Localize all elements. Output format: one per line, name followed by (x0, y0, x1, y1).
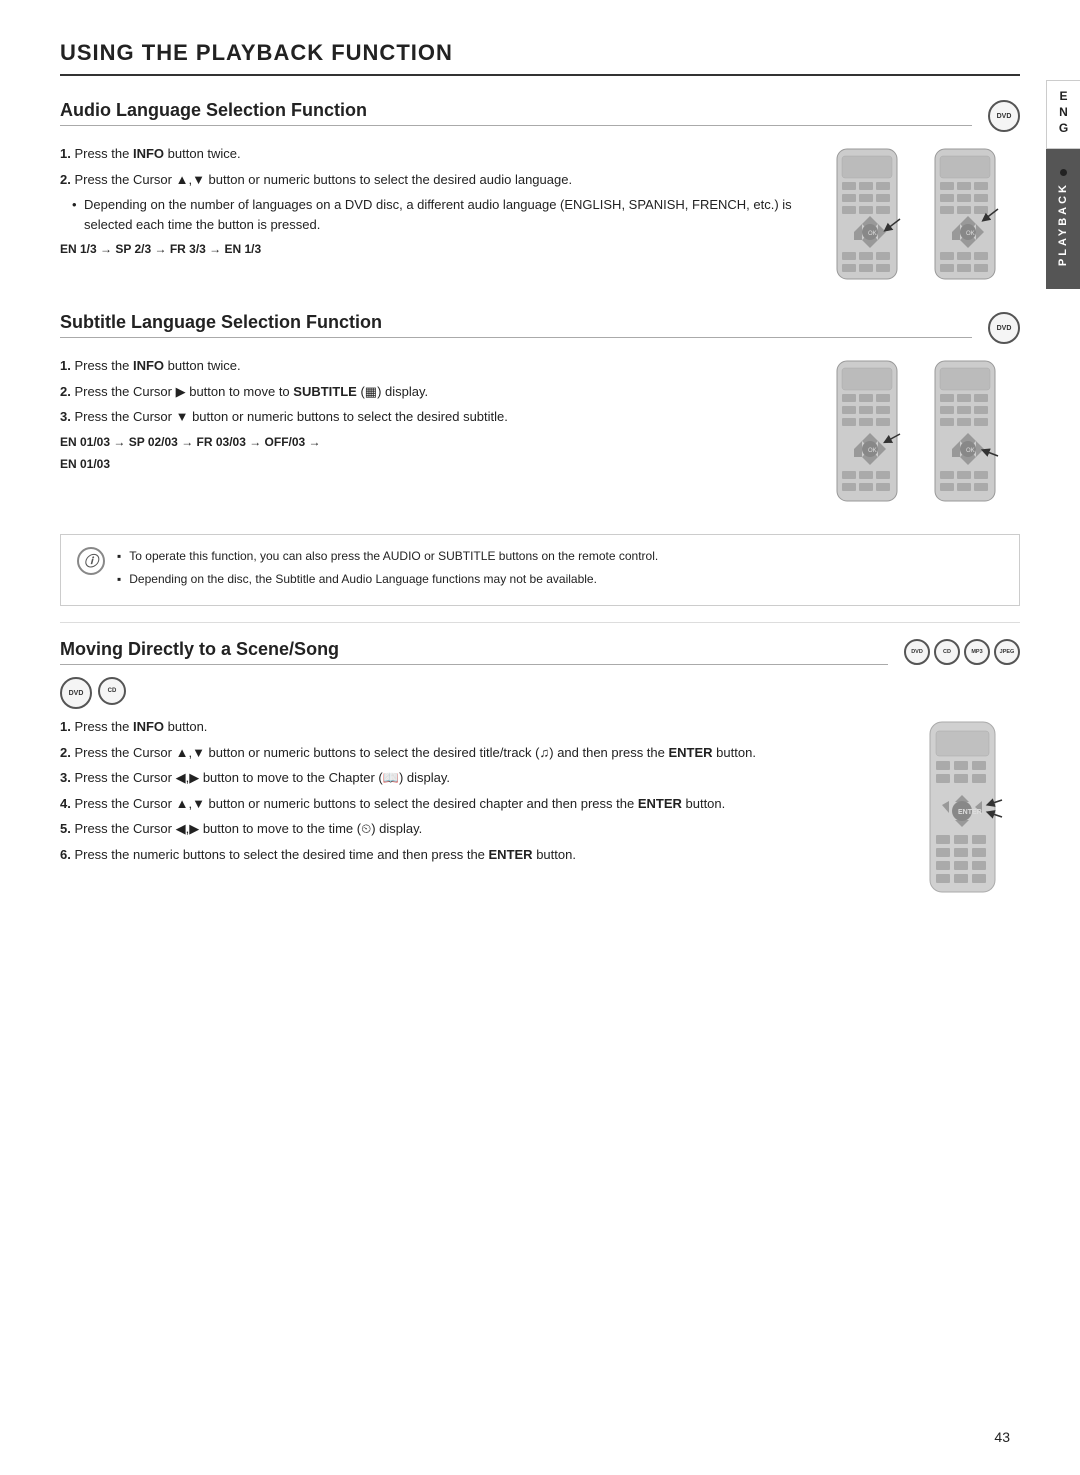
subtitle-instructions: 1. Press the INFO button twice. 2. Press… (60, 356, 812, 427)
moving-remote-svg: ENTER (920, 717, 1020, 897)
note-item-2-text: Depending on the disc, the Subtitle and … (129, 570, 597, 589)
audio-text: 1. Press the INFO button twice. 2. Press… (60, 144, 812, 264)
moving-sub-cd: CD (98, 677, 126, 705)
moving-step-3-num: 3. (60, 770, 71, 785)
eng-label: ENG (1057, 89, 1071, 137)
moving-sub-dvd: DVD (60, 677, 92, 709)
audio-step-2-num: 2. (60, 172, 71, 187)
moving-step-4: 4. Press the Cursor ▲,▼ button or numeri… (60, 794, 900, 814)
moving-step-2-num: 2. (60, 745, 71, 760)
audio-section-header: Audio Language Selection Function DVD (60, 100, 1020, 132)
subtitle-step-1-num: 1. (60, 358, 71, 373)
moving-instructions: 1. Press the INFO button. 2. Press the C… (60, 717, 900, 864)
subtitle-dvd-icon: DVD (988, 312, 1020, 344)
moving-remote-image: ENTER (920, 717, 1020, 897)
moving-section-header: Moving Directly to a Scene/Song DVD CD M… (60, 639, 1020, 665)
audio-dvd-icon: DVD (988, 100, 1020, 132)
moving-content: 1. Press the INFO button. 2. Press the C… (60, 717, 1020, 897)
moving-step-1: 1. Press the INFO button. (60, 717, 900, 737)
svg-text:ENTER: ENTER (958, 809, 982, 816)
note-item-1: To operate this function, you can also p… (117, 547, 1003, 566)
subtitle-dvd-badge: DVD (988, 312, 1020, 344)
enter-bold-3: ENTER (489, 847, 533, 862)
audio-section-title: Audio Language Selection Function (60, 100, 972, 126)
subtitle-section-header: Subtitle Language Selection Function DVD (60, 312, 1020, 344)
moving-step-5: 5. Press the Cursor ◀,▶ button to move t… (60, 819, 900, 839)
subtitle-remote-svg-left: OK (832, 356, 922, 506)
eng-tab: ENG (1046, 80, 1080, 149)
section-divider (60, 622, 1020, 623)
audio-bullet: Depending on the number of languages on … (60, 195, 812, 234)
subtitle-formula-1: EN 01/03 → SP 02/03 → FR 03/03 → OFF/03 … (60, 435, 812, 449)
moving-cd-badge: CD (934, 639, 960, 665)
moving-step-5-num: 5. (60, 821, 71, 836)
svg-text:OK: OK (966, 448, 975, 454)
subtitle-step-2-num: 2. (60, 384, 71, 399)
info-bold-1: INFO (133, 146, 164, 161)
page-title: USING THE PLAYBACK FUNCTION (60, 40, 1020, 76)
page-container: ENG PLAYBACK USING THE PLAYBACK FUNCTION… (0, 0, 1080, 1475)
moving-sub-badges: DVD CD (60, 677, 1020, 709)
subtitle-content: 1. Press the INFO button twice. 2. Press… (60, 356, 1020, 506)
page-number: 43 (994, 1429, 1010, 1445)
moving-badges: DVD CD MP3 JPEG (904, 639, 1020, 665)
moving-step-3: 3. Press the Cursor ◀,▶ button to move t… (60, 768, 900, 788)
moving-step-2: 2. Press the Cursor ▲,▼ button or numeri… (60, 743, 900, 763)
moving-section-title: Moving Directly to a Scene/Song (60, 639, 888, 665)
playback-label: PLAYBACK (1057, 182, 1069, 266)
audio-step-2: 2. Press the Cursor ▲,▼ button or numeri… (60, 170, 812, 190)
audio-instructions: 1. Press the INFO button twice. 2. Press… (60, 144, 812, 189)
note-item-2: Depending on the disc, the Subtitle and … (117, 570, 1003, 589)
subtitle-step-2: 2. Press the Cursor ▶ button to move to … (60, 382, 812, 402)
subtitle-step-1: 1. Press the INFO button twice. (60, 356, 812, 376)
note-icon: ⓘ (77, 547, 105, 575)
dvd-badge: DVD (988, 100, 1020, 132)
audio-section: Audio Language Selection Function DVD 1.… (60, 100, 1020, 284)
moving-section: Moving Directly to a Scene/Song DVD CD M… (60, 639, 1020, 897)
subtitle-step-3-num: 3. (60, 409, 71, 424)
info-bold-2: INFO (133, 358, 164, 373)
playback-tab: PLAYBACK (1046, 149, 1080, 289)
info-bold-3: INFO (133, 719, 164, 734)
svg-text:OK: OK (868, 448, 877, 454)
moving-mp3-badge: MP3 (964, 639, 990, 665)
subtitle-section: Subtitle Language Selection Function DVD… (60, 312, 1020, 506)
subtitle-step-3: 3. Press the Cursor ▼ button or numeric … (60, 407, 812, 427)
moving-step-6: 6. Press the numeric buttons to select t… (60, 845, 900, 865)
audio-step-1: 1. Press the INFO button twice. (60, 144, 812, 164)
note-box: ⓘ To operate this function, you can also… (60, 534, 1020, 606)
subtitle-formula-2: EN 01/03 (60, 457, 812, 471)
audio-step-1-num: 1. (60, 146, 71, 161)
audio-remote-svg-right: OK (930, 144, 1020, 284)
moving-step-4-num: 4. (60, 796, 71, 811)
audio-remote-svg-left: OK (832, 144, 922, 284)
audio-content: 1. Press the INFO button twice. 2. Press… (60, 144, 1020, 284)
svg-text:OK: OK (966, 231, 975, 237)
audio-formula: EN 1/3 → SP 2/3 → FR 3/3 → EN 1/3 (60, 242, 812, 256)
subtitle-section-title: Subtitle Language Selection Function (60, 312, 972, 338)
moving-dvd-badge: DVD (904, 639, 930, 665)
moving-step-1-num: 1. (60, 719, 71, 734)
note-content: To operate this function, you can also p… (117, 547, 1003, 593)
subtitle-remote-svg-right: OK (930, 356, 1020, 506)
enter-bold-1: ENTER (669, 745, 713, 760)
note-item-1-text: To operate this function, you can also p… (129, 547, 658, 566)
audio-remote-image: OK (832, 144, 1020, 284)
enter-bold-2: ENTER (638, 796, 682, 811)
side-tabs: ENG PLAYBACK (1046, 80, 1080, 289)
subtitle-remote-image: OK (832, 356, 1020, 506)
moving-text: 1. Press the INFO button. 2. Press the C… (60, 717, 900, 870)
note-icon-text: ⓘ (84, 551, 98, 571)
playback-dot (1060, 169, 1067, 176)
moving-jpeg-badge: JPEG (994, 639, 1020, 665)
subtitle-bold: SUBTITLE (293, 384, 357, 399)
subtitle-text: 1. Press the INFO button twice. 2. Press… (60, 356, 812, 479)
svg-text:OK: OK (868, 231, 877, 237)
moving-step-6-num: 6. (60, 847, 71, 862)
